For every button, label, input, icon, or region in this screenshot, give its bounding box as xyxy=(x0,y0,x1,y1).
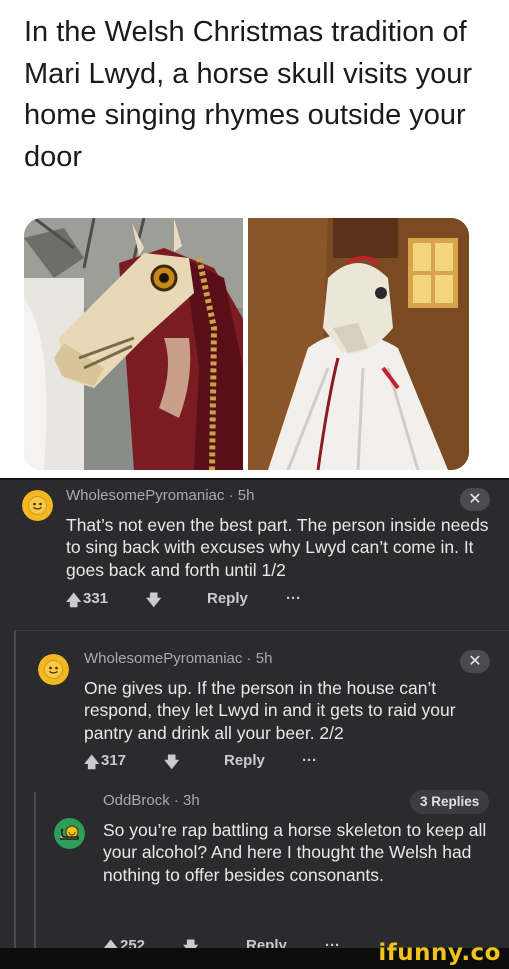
comment-actions: 🡅 317 🡇 Reply ··· xyxy=(84,752,384,772)
upvote-count: 317 xyxy=(101,752,127,769)
comment-actions: 🡅 331 🡇 Reply ··· xyxy=(66,590,366,610)
photo-grid[interactable] xyxy=(24,218,469,470)
footer-bar: ifunny.co xyxy=(0,940,509,969)
more-options-button[interactable]: ··· xyxy=(286,590,301,607)
avatar-snail-icon xyxy=(54,818,85,849)
tweet-card: In the Welsh Christmas tradition of Mari… xyxy=(0,0,509,478)
comments-section: WholesomePyromaniac · 5h ✕ That’s not ev… xyxy=(0,478,509,956)
more-options-button[interactable]: ··· xyxy=(302,752,317,769)
replies-button[interactable]: 3 Replies xyxy=(410,790,490,814)
avatar-smiley-icon xyxy=(38,654,69,685)
avatar[interactable] xyxy=(22,490,53,521)
comment: WholesomePyromaniac · 5h ✕ One gives up.… xyxy=(0,630,509,790)
avatar[interactable] xyxy=(54,818,85,849)
comment-username[interactable]: OddBrock · 3h xyxy=(103,792,200,809)
close-button[interactable]: ✕ xyxy=(460,650,490,673)
close-button[interactable]: ✕ xyxy=(460,488,490,511)
reply-button[interactable]: Reply xyxy=(224,752,265,769)
comment-body: One gives up. If the person in the house… xyxy=(84,678,456,743)
downvote-icon[interactable]: 🡇 xyxy=(146,590,161,615)
comment-username[interactable]: WholesomePyromaniac · 5h xyxy=(84,650,272,667)
comment-body: That’s not even the best part. The perso… xyxy=(66,515,489,580)
reply-button[interactable]: Reply xyxy=(207,590,248,607)
photo-mari-lwyd-street[interactable] xyxy=(248,218,469,470)
upvote-count: 331 xyxy=(83,590,109,607)
comment-username[interactable]: WholesomePyromaniac · 5h xyxy=(66,487,254,504)
comment: OddBrock · 3h 3 Replies So you’re rap ba… xyxy=(0,790,509,956)
tweet-text: In the Welsh Christmas tradition of Mari… xyxy=(24,16,473,173)
upvote-icon[interactable]: 🡅 xyxy=(66,590,81,615)
avatar-smiley-icon xyxy=(22,490,53,521)
comment-body: So you’re rap battling a horse skeleton … xyxy=(103,820,487,885)
photo-mari-lwyd-closeup[interactable] xyxy=(24,218,243,470)
downvote-icon[interactable]: 🡇 xyxy=(164,752,179,777)
ifunny-watermark: ifunny.co xyxy=(378,940,501,966)
upvote-icon[interactable]: 🡅 xyxy=(84,752,99,777)
comment: WholesomePyromaniac · 5h ✕ That’s not ev… xyxy=(0,480,509,630)
avatar[interactable] xyxy=(38,654,69,685)
